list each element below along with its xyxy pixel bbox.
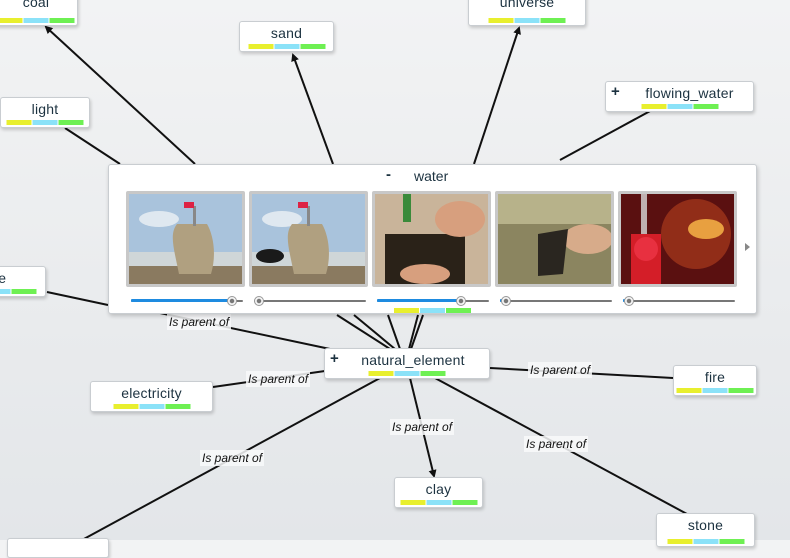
edge-label-bottom-left: Is parent of [200,450,265,466]
node-label: electricity [121,385,182,401]
node-color-bars [641,104,718,109]
hands-oil-image [375,194,488,284]
thumbnail-hands-washing-sink[interactable] [495,191,614,287]
node-label: light [31,101,59,117]
edge-coal [44,25,196,165]
sand-castle-image [129,194,242,284]
node-label: clay [425,481,452,497]
node-color-bars [676,388,754,393]
node-color-bars [6,120,84,125]
video-slider[interactable] [254,296,366,306]
video-slider[interactable] [131,296,243,306]
node-light[interactable]: light [0,97,90,128]
node-color-bars [248,44,325,49]
node-color-bars [400,500,477,505]
video-slider[interactable] [623,296,735,306]
node-natural-element[interactable]: + natural_element [324,348,490,379]
node-label: fire [704,369,726,385]
node-smoke[interactable]: ke [0,266,46,297]
node-flowing-water[interactable]: + flowing_water [605,81,754,112]
node-label: stone [687,517,724,533]
edge-flowing-water [559,109,653,161]
slider-knob[interactable] [500,296,511,306]
thumbnail-sand-castle-dog[interactable] [249,191,368,287]
node-partial-bottom[interactable] [7,538,109,558]
node-label: flowing_water [645,85,734,101]
edge-label-stone: Is parent of [524,436,589,452]
hands-sink-image [498,194,611,284]
edge-sand [291,53,334,165]
node-color-bars [0,289,37,294]
video-slider[interactable] [377,296,489,306]
node-color-bars [488,18,566,23]
thumbnail-fire-hydrant[interactable] [618,191,737,287]
edge-label-smoke: Is parent of [167,314,232,330]
slider-knob[interactable] [623,296,634,306]
node-label: natural_element [361,352,465,368]
edge-universe [473,26,521,165]
slider-knob[interactable] [456,296,466,306]
slider-knob[interactable] [226,296,237,306]
node-fire[interactable]: fire [673,365,757,396]
media-panel-water: - water [108,164,757,314]
fire-hydrant-image [621,194,734,284]
edge-smoke [46,291,109,306]
node-label: sand [270,25,303,41]
edge-fan-1 [336,314,391,350]
node-coal[interactable]: coal [0,0,78,26]
node-sand[interactable]: sand [239,21,334,52]
node-stone[interactable]: stone [656,513,755,547]
slider-knob[interactable] [254,296,264,306]
edge-label-fire: Is parent of [528,362,593,378]
thumbnail-hands-oil-tool[interactable] [372,191,491,287]
edge-light [64,127,121,165]
thumbnail-sand-castle-beach[interactable] [126,191,245,287]
expand-icon[interactable]: + [611,83,620,100]
node-label: ke [0,270,7,286]
node-color-bars [0,18,75,23]
node-clay[interactable]: clay [394,477,483,508]
node-label: coal [22,0,50,10]
node-color-bars [368,371,446,376]
node-label: universe [499,0,555,10]
panel-color-bars [394,308,471,313]
edge-label-electricity: Is parent of [246,371,311,387]
node-universe[interactable]: universe [468,0,586,26]
node-color-bars [113,404,190,409]
sand-castle-dog-image [252,194,365,284]
next-arrow-icon[interactable] [745,243,750,251]
panel-title: water [414,168,449,184]
node-electricity[interactable]: electricity [90,381,213,412]
edge-label-clay: Is parent of [390,419,455,435]
collapse-icon[interactable]: - [386,166,391,183]
video-slider[interactable] [500,296,612,306]
